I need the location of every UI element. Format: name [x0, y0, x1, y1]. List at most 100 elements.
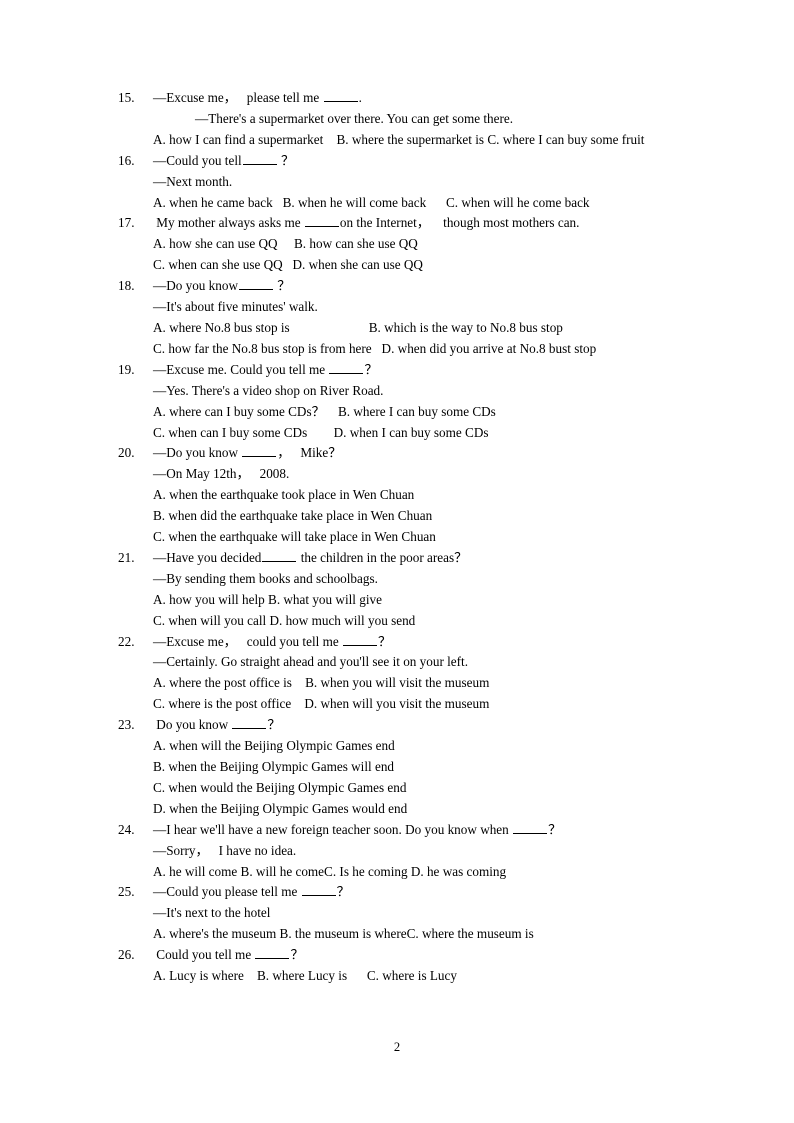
question-number: 17. [118, 215, 135, 231]
option-line[interactable]: A. when the earthquake took place in Wen… [118, 485, 694, 506]
question-stem-line: 23. Do you know ？ [118, 715, 694, 736]
option-text[interactable]: A. how I can find a supermarket B. where… [153, 130, 644, 151]
option-line[interactable]: C. when would the Beijing Olympic Games … [118, 778, 694, 799]
question-stem-text: —Have you decided the children in the po… [153, 548, 467, 569]
question-stem-line: 15. —Excuse me， please tell me . [118, 88, 694, 109]
reply-text-content: Sorry， I have no idea. [166, 842, 297, 858]
dialogue-dash-icon: — [153, 278, 167, 294]
option-line[interactable]: C. where is the post office D. when will… [118, 694, 694, 715]
question-reply-line: —By sending them books and schoolbags. [118, 569, 694, 590]
option-line[interactable]: A. when he came back B. when he will com… [118, 193, 694, 214]
option-text[interactable]: A. where the post office is B. when you … [153, 673, 489, 694]
question-reply-line: —Sorry， I have no idea. [118, 841, 694, 862]
option-text[interactable]: C. when would the Beijing Olympic Games … [153, 778, 406, 799]
dialogue-dash-icon: — [153, 654, 167, 670]
question-item: 19. —Excuse me. Could you tell me ？ —Yes. … [118, 360, 694, 444]
question-number: 18. [118, 278, 135, 294]
option-text[interactable]: C. when will you call D. how much will y… [153, 611, 415, 632]
question-stem-text: —Excuse me， could you tell me ？ [153, 632, 391, 653]
option-text[interactable]: D. when the Beijing Olympic Games would … [153, 799, 407, 820]
stem-text-before-blank: I hear we'll have a new foreign teacher … [166, 821, 513, 837]
dialogue-dash-icon: — [153, 821, 167, 837]
option-line[interactable]: D. when the Beijing Olympic Games would … [118, 799, 694, 820]
dialogue-dash-icon: — [153, 549, 167, 565]
option-line[interactable]: C. when the earthquake will take place i… [118, 527, 694, 548]
dialogue-dash-icon: — [153, 884, 167, 900]
dialogue-dash-icon: — [153, 152, 167, 168]
stem-text-after-blank: ？ [336, 884, 350, 900]
option-line[interactable]: A. where No.8 bus stop is B. which is th… [118, 318, 694, 339]
question-stem-text: My mother always asks me on the Internet… [153, 213, 579, 234]
answer-blank [513, 822, 548, 834]
option-text[interactable]: A. Lucy is where B. where Lucy is C. whe… [153, 966, 457, 987]
option-line[interactable]: C. when will you call D. how much will y… [118, 611, 694, 632]
option-text[interactable]: C. when can I buy some CDs D. when I can… [153, 423, 489, 444]
document-page: 15. —Excuse me， please tell me . —There's … [0, 0, 794, 1123]
question-stem-line: 22. —Excuse me， could you tell me ？ [118, 632, 694, 653]
reply-text: —By sending them books and schoolbags. [153, 569, 378, 590]
option-text[interactable]: B. when the Beijing Olympic Games will e… [153, 757, 394, 778]
answer-blank [239, 278, 273, 291]
option-text[interactable]: A. where's the museum B. the museum is w… [153, 924, 534, 945]
question-stem-text: Could you tell me ？ [153, 945, 303, 966]
option-text[interactable]: A. how you will help B. what you will gi… [153, 590, 382, 611]
option-text[interactable]: A. he will come B. will he comeC. Is he … [153, 862, 506, 883]
question-number: 22. [118, 633, 135, 649]
option-line[interactable]: C. when can she use QQ D. when she can u… [118, 255, 694, 276]
option-text[interactable]: C. when can she use QQ D. when she can u… [153, 255, 423, 276]
dialogue-dash-icon: — [153, 382, 167, 398]
option-line[interactable]: A. where the post office is B. when you … [118, 673, 694, 694]
option-line[interactable]: A. where can I buy some CDs？ B. where I … [118, 402, 694, 423]
question-number: 21. [118, 549, 135, 565]
question-number: 16. [118, 152, 135, 168]
question-number: 20. [118, 445, 135, 461]
question-stem-line: 21. —Have you decided the children in the… [118, 548, 694, 569]
reply-text-content: There's a supermarket over there. You ca… [208, 110, 514, 126]
option-line[interactable]: A. Lucy is where B. where Lucy is C. whe… [118, 966, 694, 987]
question-reply-line: —Next month. [118, 172, 694, 193]
option-text[interactable]: A. when he came back B. when he will com… [153, 193, 590, 214]
option-text[interactable]: A. where can I buy some CDs？ B. where I … [153, 402, 496, 423]
dialogue-dash-icon: — [153, 570, 167, 586]
option-line[interactable]: A. he will come B. will he comeC. Is he … [118, 862, 694, 883]
option-line[interactable]: B. when did the earthquake take place in… [118, 506, 694, 527]
dialogue-dash-icon: — [153, 173, 167, 189]
question-item: 18. —Do you know ？ —It's about five minute… [118, 276, 694, 360]
option-text[interactable]: C. where is the post office D. when will… [153, 694, 489, 715]
stem-text-after-blank: on the Internet， though most mothers can… [339, 215, 580, 231]
question-item: 20. —Do you know ， Mike？ —On May 12th， 200… [118, 443, 694, 548]
dialogue-dash-icon: — [153, 633, 167, 649]
option-text[interactable]: C. how far the No.8 bus stop is from her… [153, 339, 596, 360]
question-item: 25. —Could you please tell me ？ —It's next… [118, 882, 694, 945]
option-text[interactable]: B. when did the earthquake take place in… [153, 506, 432, 527]
stem-text-after-blank: ？ [377, 633, 392, 649]
stem-text-before-blank: My mother always asks me [153, 215, 304, 231]
answer-blank [342, 634, 377, 646]
page-number: 2 [393, 1040, 401, 1054]
question-stem-text: Do you know ？ [153, 715, 281, 736]
option-text[interactable]: A. how she can use QQ B. how can she use… [153, 234, 418, 255]
question-stem-line: 26. Could you tell me ？ [118, 945, 694, 966]
option-text[interactable]: A. where No.8 bus stop is B. which is th… [153, 318, 563, 339]
option-line[interactable]: A. how she can use QQ B. how can she use… [118, 234, 694, 255]
stem-text-before-blank: Could you tell [166, 152, 242, 168]
option-line[interactable]: C. when can I buy some CDs D. when I can… [118, 423, 694, 444]
option-line[interactable]: A. when will the Beijing Olympic Games e… [118, 736, 694, 757]
option-line[interactable]: C. how far the No.8 bus stop is from her… [118, 339, 694, 360]
question-reply-line: —Yes. There's a video shop on River Road… [118, 381, 694, 402]
answer-blank [232, 717, 267, 730]
option-line[interactable]: A. how you will help B. what you will gi… [118, 590, 694, 611]
option-text[interactable]: A. when will the Beijing Olympic Games e… [153, 736, 395, 757]
option-text[interactable]: A. when the earthquake took place in Wen… [153, 485, 414, 506]
reply-text: —It's next to the hotel [153, 903, 270, 924]
option-line[interactable]: A. how I can find a supermarket B. where… [118, 130, 694, 151]
stem-text-after-blank: ？ [267, 717, 281, 733]
option-line[interactable]: B. when the Beijing Olympic Games will e… [118, 757, 694, 778]
reply-text: —There's a supermarket over there. You c… [153, 109, 513, 130]
option-line[interactable]: A. where's the museum B. the museum is w… [118, 924, 694, 945]
question-number: 23. [118, 717, 135, 733]
dialogue-dash-icon: — [153, 445, 167, 461]
dialogue-dash-icon: — [153, 466, 167, 482]
option-text[interactable]: C. when the earthquake will take place i… [153, 527, 436, 548]
question-stem-text: —Could you please tell me ？ [153, 882, 350, 903]
